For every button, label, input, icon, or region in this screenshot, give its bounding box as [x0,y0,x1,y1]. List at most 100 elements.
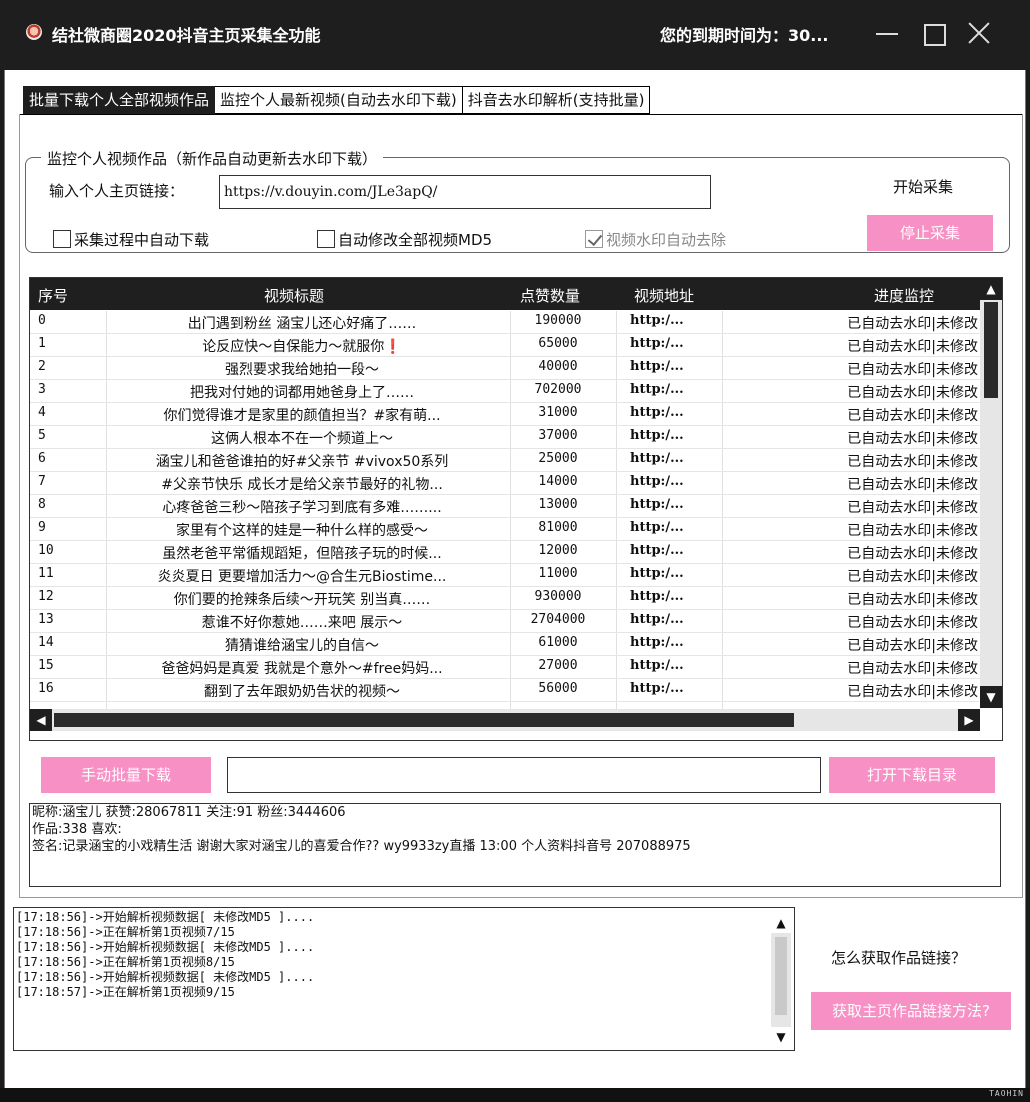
row-progress-status: 已自动去水印|未修改 [847,431,978,447]
row-title: 把我对付她的词都用她爸身上了…… [190,385,414,401]
row-progress-status: 已自动去水印|未修改 [847,454,978,470]
log-line: [17:18:56]->开始解析视频数据[ 未修改MD5 ].... [16,970,315,984]
row-progress-status: 已自动去水印|未修改 [847,477,978,493]
row-likes: 56000 [538,681,578,696]
minimize-icon[interactable] [872,18,902,48]
column-header-index[interactable]: 序号 [38,285,68,306]
row-likes: 81000 [538,520,578,535]
open-download-folder-button[interactable]: 打开下载目录 [829,757,995,793]
table-row[interactable]: 12 你们要的抢辣条后续～开玩笑 别当真…… 930000 http:/... 已自动去… [30,587,980,610]
video-list-table[interactable]: 序号 视频标题 点赞数量 视频地址 进度监控 0 出门遇到粉丝 涵宝儿还心好痛了…… [29,277,1003,741]
row-likes: 11000 [538,566,578,581]
table-row[interactable]: 15 爸爸妈妈是真爱 我就是个意外～#free妈妈... 27000 http:/..… [30,656,980,679]
table-row[interactable]: 10 虽然老爸平常循规蹈矩，但陪孩子玩的时候... 12000 http:/... 已自… [30,541,980,564]
table-row[interactable]: 11 炎炎夏日 更要增加活力～@合生元Biostime... 11000 http:/… [30,564,980,587]
manual-batch-download-button[interactable]: 手动批量下载 [41,757,211,793]
auto-md5-checkbox[interactable]: 自动修改全部视频MD5 [317,229,492,249]
tab-monitor-latest[interactable]: 监控个人最新视频(自动去水印下载) [215,86,463,114]
row-video-url: http:/... [630,336,684,351]
row-likes: 31000 [538,405,578,420]
column-header-url[interactable]: 视频地址 [634,285,694,306]
expire-time-text: 您的到期时间为：30... [660,26,829,45]
row-progress-status: 已自动去水印|未修改 [847,339,978,355]
row-likes: 37000 [538,428,578,443]
row-index: 11 [38,566,54,581]
horizontal-scrollbar[interactable]: ◀ ▶ [30,709,980,731]
log-output[interactable]: [17:18:56]->开始解析视频数据[ 未修改MD5 ].... [17:1… [13,907,795,1051]
column-header-likes[interactable]: 点赞数量 [520,285,580,306]
scroll-thumb[interactable] [984,302,998,398]
scroll-down-icon[interactable]: ▼ [980,686,1002,708]
row-index: 8 [38,497,46,512]
url-label: 输入个人主页链接： [49,182,185,200]
monitor-group-title: 监控个人视频作品（新作品自动更新去水印下载） [41,148,384,169]
table-row[interactable]: 7 #父亲节快乐 成长才是给父亲节最好的礼物... 14000 http:/... 已自… [30,472,980,495]
profile-works-line: 作品:338 喜欢: [32,822,122,837]
table-row[interactable]: 4 你们觉得谁才是家里的颜值担当？#家有萌... 31000 http:/... 已自动… [30,403,980,426]
table-row[interactable]: 14 猜猜谁给涵宝儿的自信～ 61000 http:/... 已自动去水印|未修改 [30,633,980,656]
row-title: 虽然老爸平常循规蹈矩，但陪孩子玩的时候... [162,546,442,562]
remove-watermark-label: 视频水印自动去除 [606,230,727,249]
scroll-down-icon[interactable]: ▼ [771,1027,791,1047]
scroll-left-icon[interactable]: ◀ [30,709,52,731]
row-title: 惹谁不好你惹她……来吧 展示～ [201,615,403,631]
row-progress-status: 已自动去水印|未修改 [847,638,978,654]
row-likes: 61000 [538,635,578,650]
row-video-url: http:/... [630,635,684,650]
row-title: 这俩人根本不在一个频道上～ [211,431,393,447]
homepage-url-input[interactable] [219,175,711,209]
scroll-up-icon[interactable]: ▲ [980,278,1002,300]
row-video-url: http:/... [630,520,684,535]
table-row[interactable]: 8 心疼爸爸三秒～陪孩子学习到底有多难……... 13000 http:/... 已自动… [30,495,980,518]
scroll-thumb[interactable] [54,713,794,727]
row-video-url: http:/... [630,382,684,397]
column-header-title[interactable]: 视频标题 [264,285,324,306]
get-link-method-button[interactable]: 获取主页作品链接方法? [811,992,1011,1030]
table-row[interactable]: 2 强烈要求我给她拍一段～ 40000 http:/... 已自动去水印|未修改 [30,357,980,380]
vertical-scrollbar[interactable]: ▲ ▼ [980,278,1002,708]
tab-watermark-parse[interactable]: 抖音去水印解析(支持批量) [462,86,651,114]
table-row[interactable]: 6 涵宝儿和爸爸谁拍的好#父亲节 #vivox50系列 25000 http:/...… [30,449,980,472]
checkbox-box[interactable] [317,230,335,248]
table-row[interactable]: 5 这俩人根本不在一个频道上～ 37000 http:/... 已自动去水印|未修改 [30,426,980,449]
tab-batch-download[interactable]: 批量下载个人全部视频作品 [23,86,216,114]
stop-collect-button[interactable]: 停止采集 [867,215,993,251]
row-likes: 65000 [538,336,578,351]
log-scrollbar[interactable]: ▲ ▼ [771,913,791,1047]
profile-info-box[interactable]: 昵称:涵宝儿 获赞:28067811 关注:91 粉丝:3444606 作品:3… [29,803,1001,887]
row-progress-status: 已自动去水印|未修改 [847,615,978,631]
table-row[interactable]: 13 惹谁不好你惹她……来吧 展示～ 2704000 http:/... 已自动去水印|… [30,610,980,633]
row-index: 6 [38,451,46,466]
table-row[interactable]: 1 论反应快～自保能力～就服你❗ 65000 http:/... 已自动去水印|未修改 [30,334,980,357]
start-collect-button[interactable]: 开始采集 [893,176,953,197]
row-video-url: http:/... [630,681,684,696]
checkbox-box[interactable] [53,230,71,248]
close-icon[interactable] [964,18,994,48]
row-title: 炎炎夏日 更要增加活力～@合生元Biostime... [157,569,447,585]
row-index: 3 [38,382,46,397]
row-video-url: http:/... [630,543,684,558]
auto-download-checkbox[interactable]: 采集过程中自动下载 [53,229,209,249]
download-path-input[interactable] [227,757,821,793]
scroll-right-icon[interactable]: ▶ [958,709,980,731]
brand-watermark: TAOHIN [989,1089,1024,1098]
auto-md5-label: 自动修改全部视频MD5 [338,230,493,249]
row-likes: 190000 [534,313,582,328]
column-header-progress[interactable]: 进度监控 [874,285,934,306]
maximize-icon[interactable] [918,18,948,48]
remove-watermark-checkbox: 视频水印自动去除 [585,229,726,249]
row-progress-status: 已自动去水印|未修改 [847,546,978,562]
row-index: 13 [38,612,54,627]
table-row[interactable]: 3 把我对付她的词都用她爸身上了…… 702000 http:/... 已自动去水印|未… [30,380,980,403]
row-video-url: http:/... [630,658,684,673]
auto-download-label: 采集过程中自动下载 [74,230,210,249]
scroll-thumb[interactable] [775,937,787,1015]
row-likes: 13000 [538,497,578,512]
row-video-url: http:/... [630,612,684,627]
table-row[interactable]: 16 翻到了去年跟奶奶告状的视频～ 56000 http:/... 已自动去水印|未修改 [30,679,980,702]
table-row[interactable]: 9 家里有个这样的娃是一种什么样的感受～ 81000 http:/... 已自动去水印|… [30,518,980,541]
scroll-up-icon[interactable]: ▲ [771,913,791,933]
row-video-url: http:/... [630,405,684,420]
row-title: 心疼爸爸三秒～陪孩子学习到底有多难……... [162,500,442,516]
table-row[interactable]: 0 出门遇到粉丝 涵宝儿还心好痛了…… 190000 http:/... 已自动去水印|… [30,311,980,334]
